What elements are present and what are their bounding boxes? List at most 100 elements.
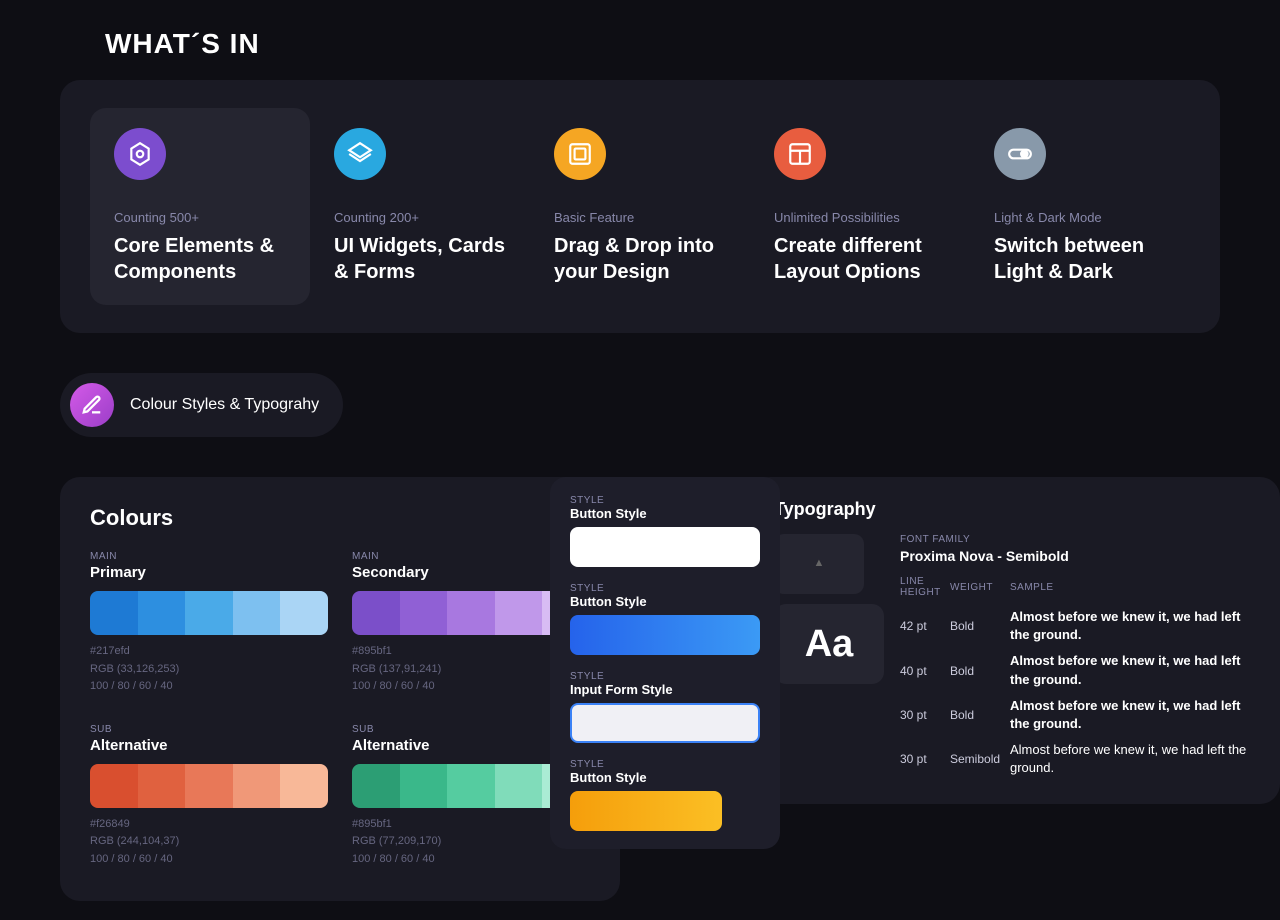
swatch-alt-green-3 [447,764,495,808]
col-header-sample: SAMPLE [1010,576,1256,604]
swatch-primary-2 [138,591,186,635]
type-row-3: 30 pt Semibold Almost before we knew it,… [900,737,1256,781]
feature-subtitle-2: Counting 200+ [334,210,506,225]
button-white-preview [570,527,760,567]
swatch-alt-green-4 [495,764,543,808]
feature-subtitle-4: Unlimited Possibilities [774,210,946,225]
font-info: FONT FAMILY Proxima Nova - Semibold LINE… [900,534,1256,782]
type-weight-0: Bold [950,604,1010,648]
feature-dark-mode: Light & Dark Mode Switch between Light &… [970,108,1190,305]
toggle-icon [994,128,1046,180]
style-tag-2: STYLE [570,583,760,594]
feature-subtitle-5: Light & Dark Mode [994,210,1166,225]
layout-icon [774,128,826,180]
alt-red-swatch-bar [90,764,328,808]
swatch-primary-3 [185,591,233,635]
type-weight-3: Semibold [950,737,1010,781]
type-weight-1: Bold [950,648,1010,692]
font-family-name: Proxima Nova - Semibold [900,548,1256,564]
aa-box: Aa [774,604,884,684]
swatch-primary-4 [233,591,281,635]
type-sample-3: Almost before we knew it, we had left th… [1010,737,1256,781]
style-name-3: Input Form Style [570,682,760,697]
style-tag-4: STYLE [570,759,760,770]
type-size-1: 40 pt [900,648,950,692]
feature-drag-drop: Basic Feature Drag & Drop into your Desi… [530,108,750,305]
style-item-orange: STYLE Button Style [570,759,760,831]
swatch-alt-red-1 [90,764,138,808]
section-badge: Colour Styles & Typograhy [60,373,343,437]
style-item-white: STYLE Button Style [570,495,760,567]
layers-icon [334,128,386,180]
button-orange-preview [570,791,722,831]
aa-label: Aa [805,623,854,666]
style-tag-1: STYLE [570,495,760,506]
alt-red-colour-group: SUB Alternative #f26849 RGB (244,104,37)… [90,724,328,869]
style-name-2: Button Style [570,594,760,609]
swatch-secondary-3 [447,591,495,635]
primary-swatch-bar [90,591,328,635]
feature-layout: Unlimited Possibilities Create different… [750,108,970,305]
section-badge-wrapper: Colour Styles & Typograhy [0,373,1280,437]
type-table: LINE HEIGHT WEIGHT SAMPLE 42 pt Bold Alm… [900,576,1256,782]
feature-ui-widgets: Counting 200+ UI Widgets, Cards & Forms [310,108,530,305]
styles-overlay: STYLE Button Style STYLE Button Style ST… [550,477,780,849]
swatch-alt-red-4 [233,764,281,808]
sub-tag-left: SUB [90,724,328,735]
swatch-alt-red-3 [185,764,233,808]
swatch-alt-green-2 [400,764,448,808]
type-size-0: 42 pt [900,604,950,648]
button-blue-preview [570,615,760,655]
type-size-2: 30 pt [900,693,950,737]
swatch-alt-red-5 [280,764,328,808]
swatch-secondary-1 [352,591,400,635]
features-section: Counting 500+ Core Elements & Components… [60,80,1220,333]
swatch-primary-5 [280,591,328,635]
page-title: WHAT´S IN [105,28,1175,60]
type-sample-1: Almost before we knew it, we had left th… [1010,648,1256,692]
font-thumbnail: ▲ [774,534,864,594]
page-header: WHAT´S IN [0,0,1280,80]
swatch-alt-green-1 [352,764,400,808]
main-tag-primary: MAIN [90,551,328,562]
col-header-size: LINE HEIGHT [900,576,950,604]
feature-title-1: Core Elements & Components [114,233,286,285]
swatch-primary-1 [90,591,138,635]
font-family-label: FONT FAMILY [900,534,1256,545]
type-weight-2: Bold [950,693,1010,737]
type-size-3: 30 pt [900,737,950,781]
colours-card: Colours MAIN Primary #217efd RGB (33,126… [60,477,620,901]
type-sample-0: Almost before we knew it, we had left th… [1010,604,1256,648]
swatch-secondary-4 [495,591,543,635]
type-row-2: 30 pt Bold Almost before we knew it, we … [900,693,1256,737]
feature-subtitle-3: Basic Feature [554,210,726,225]
typography-title: Typography [774,499,1256,520]
feature-subtitle-1: Counting 500+ [114,210,286,225]
style-tag-3: STYLE [570,671,760,682]
swatch-secondary-2 [400,591,448,635]
pen-icon [70,383,114,427]
feature-title-4: Create different Layout Options [774,233,946,285]
badge-label: Colour Styles & Typograhy [130,396,319,414]
primary-name: Primary [90,564,328,581]
style-name-1: Button Style [570,506,760,521]
hexagon-icon [114,128,166,180]
typography-card: Typography ▲ Aa FONT FAMILY Proxima Nova… [750,477,1280,804]
primary-info: #217efd RGB (33,126,253) 100 / 80 / 60 /… [90,643,328,696]
frame-icon [554,128,606,180]
alt-left-name: Alternative [90,737,328,754]
colours-title: Colours [90,505,590,531]
style-name-4: Button Style [570,770,760,785]
style-item-blue: STYLE Button Style [570,583,760,655]
input-form-preview [570,703,760,743]
type-row-1: 40 pt Bold Almost before we knew it, we … [900,648,1256,692]
alt-red-info: #f26849 RGB (244,104,37) 100 / 80 / 60 /… [90,816,328,869]
feature-title-3: Drag & Drop into your Design [554,233,726,285]
feature-core-elements: Counting 500+ Core Elements & Components [90,108,310,305]
aa-container: ▲ Aa [774,534,884,684]
typography-content: ▲ Aa FONT FAMILY Proxima Nova - Semibold… [774,534,1256,782]
primary-colour-group: MAIN Primary #217efd RGB (33,126,253) 10… [90,551,328,696]
feature-title-5: Switch between Light & Dark [994,233,1166,285]
type-sample-2: Almost before we knew it, we had left th… [1010,693,1256,737]
style-item-input: STYLE Input Form Style [570,671,760,743]
